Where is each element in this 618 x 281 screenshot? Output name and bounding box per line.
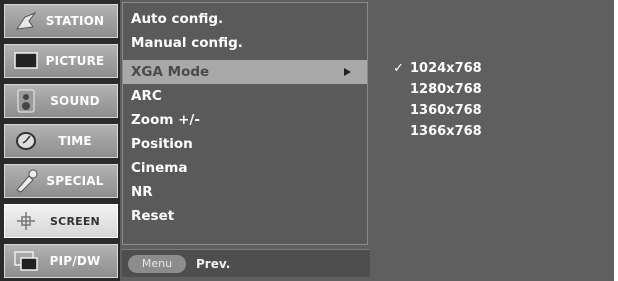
- submenu-item-1366x768[interactable]: 1366x768: [374, 121, 614, 141]
- category-label: SCREEN: [50, 214, 100, 228]
- menu-item-manual-config[interactable]: Manual config.: [123, 31, 367, 55]
- xga-mode-submenu: ✓ 1024x768 1280x768 1360x768 1366x768: [374, 0, 614, 281]
- remote-icon: [11, 168, 41, 194]
- submenu-item-label: 1360x768: [410, 102, 482, 118]
- menu-item-reset[interactable]: Reset: [123, 204, 367, 228]
- menu-item-label: Auto config.: [131, 11, 224, 27]
- menu-list: Auto config. Manual config. XGA Mode ARC…: [122, 2, 368, 245]
- category-label: PIP/DW: [49, 254, 101, 268]
- menu-item-label: Manual config.: [131, 35, 243, 51]
- submenu-item-1024x768[interactable]: ✓ 1024x768: [374, 58, 614, 78]
- menu-item-label: Cinema: [131, 160, 188, 176]
- menu-item-position[interactable]: Position: [123, 132, 367, 156]
- screen-adjust-icon: [11, 208, 41, 234]
- category-sidebar: STATION PICTURE SOUND TIME SPECIAL SCREE…: [0, 0, 120, 281]
- monitor-icon: [11, 48, 41, 74]
- menu-item-label: Reset: [131, 208, 175, 224]
- category-label: SOUND: [50, 94, 100, 108]
- osd-screen: STATION PICTURE SOUND TIME SPECIAL SCREE…: [0, 0, 618, 281]
- category-label: TIME: [58, 134, 92, 148]
- pip-icon: [11, 248, 41, 274]
- category-picture[interactable]: PICTURE: [4, 44, 118, 78]
- menu-item-arc[interactable]: ARC: [123, 84, 367, 108]
- prev-label: Prev.: [196, 256, 231, 271]
- category-time[interactable]: TIME: [4, 124, 118, 158]
- category-special[interactable]: SPECIAL: [4, 164, 118, 198]
- menu-item-nr[interactable]: NR: [123, 180, 367, 204]
- menu-item-cinema[interactable]: Cinema: [123, 156, 367, 180]
- category-label: PICTURE: [45, 54, 105, 68]
- clock-icon: [11, 128, 41, 154]
- check-icon: ✓: [393, 60, 404, 76]
- menu-item-label: Position: [131, 136, 193, 152]
- category-sound[interactable]: SOUND: [4, 84, 118, 118]
- submenu-item-label: 1280x768: [410, 81, 482, 97]
- submenu-item-label: 1366x768: [410, 123, 482, 139]
- submenu-item-1360x768[interactable]: 1360x768: [374, 100, 614, 120]
- right-border: [614, 0, 618, 281]
- menu-footer: Menu Prev.: [122, 249, 370, 277]
- menu-item-zoom[interactable]: Zoom +/-: [123, 108, 367, 132]
- menu-item-xga-mode[interactable]: XGA Mode: [123, 60, 367, 84]
- antenna-icon: [11, 8, 41, 34]
- menu-item-label: ARC: [131, 88, 162, 104]
- category-label: STATION: [45, 14, 105, 28]
- submenu-item-1280x768[interactable]: 1280x768: [374, 79, 614, 99]
- speaker-icon: [11, 88, 41, 114]
- category-station[interactable]: STATION: [4, 4, 118, 38]
- menu-button[interactable]: Menu: [128, 254, 186, 273]
- category-label: SPECIAL: [46, 174, 104, 188]
- submenu-arrow-icon: [344, 68, 351, 76]
- screen-menu: Auto config. Manual config. XGA Mode ARC…: [120, 0, 374, 281]
- submenu-item-label: 1024x768: [410, 60, 482, 76]
- category-pip-dw[interactable]: PIP/DW: [4, 244, 118, 278]
- menu-item-label: NR: [131, 184, 153, 200]
- menu-item-label: XGA Mode: [131, 64, 210, 80]
- menu-item-auto-config[interactable]: Auto config.: [123, 7, 367, 31]
- category-screen[interactable]: SCREEN: [4, 204, 118, 238]
- menu-item-label: Zoom +/-: [131, 112, 200, 128]
